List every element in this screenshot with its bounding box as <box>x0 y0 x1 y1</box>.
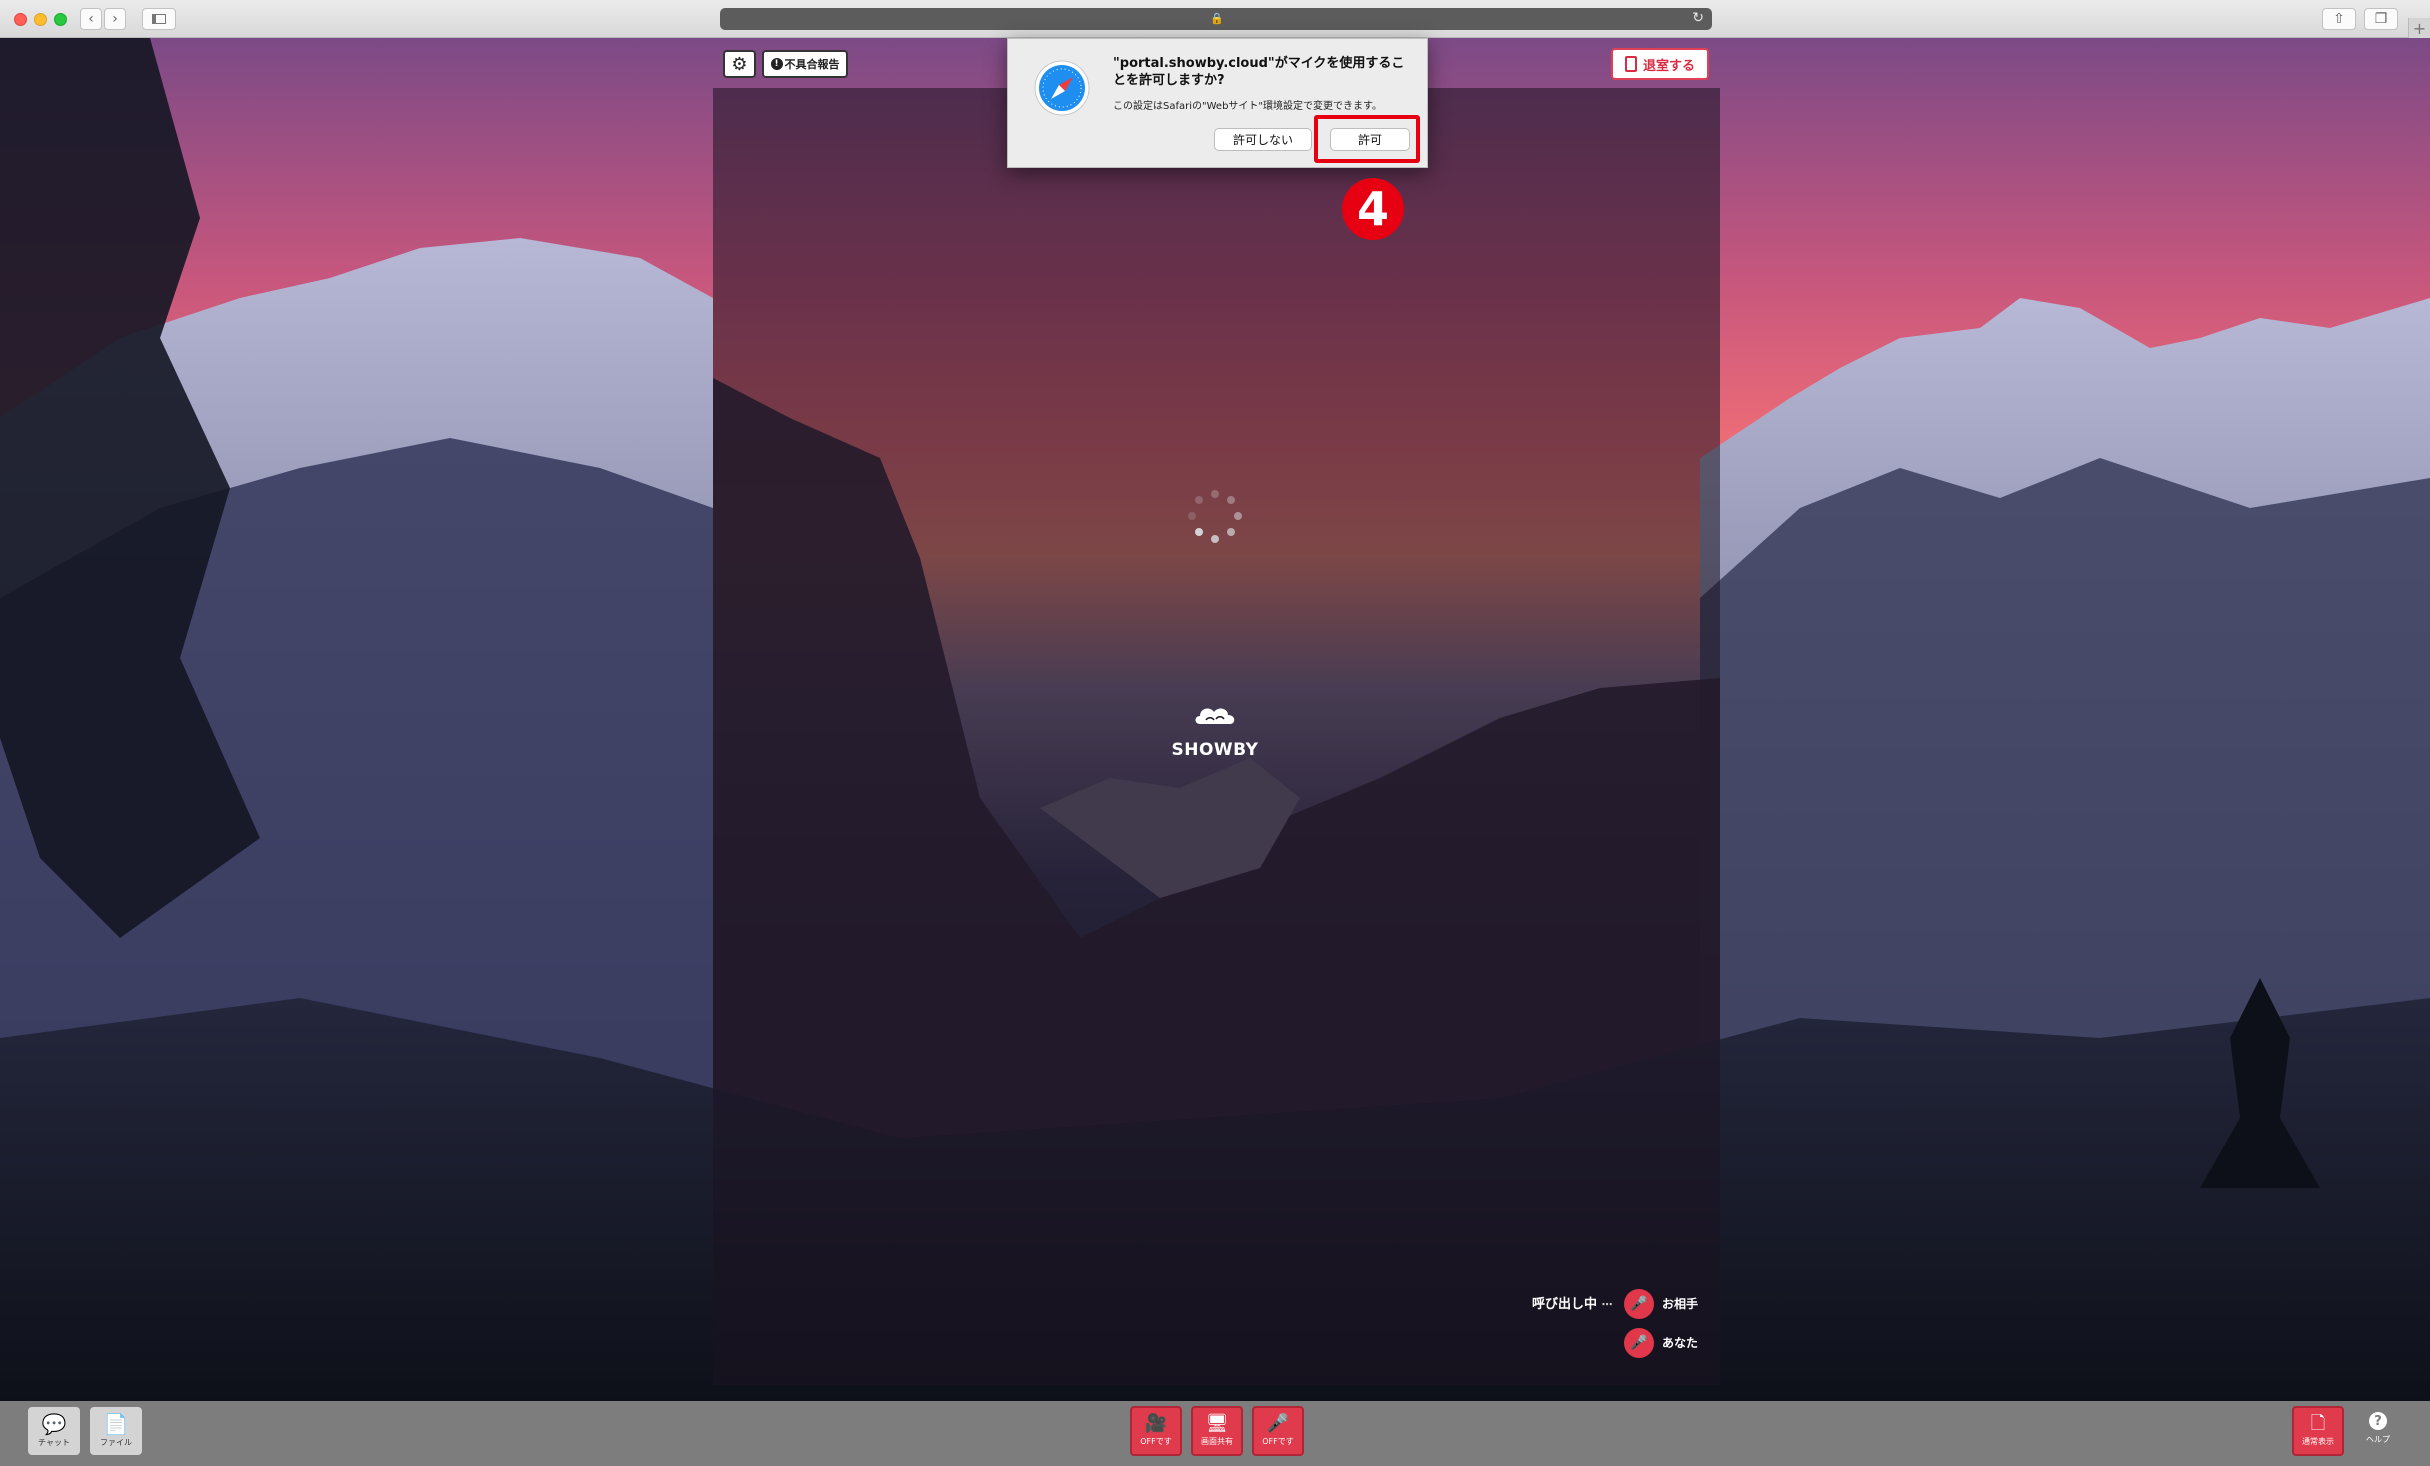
layout-label: 通常表示 <box>2302 1437 2334 1446</box>
dialog-title: "portal.showby.cloud"がマイクを使用することを許可しますか? <box>1113 56 1405 88</box>
showby-logo-icon <box>1195 708 1235 724</box>
address-bar[interactable]: 🔒 ↻ <box>720 8 1712 30</box>
partner-label: お相手 <box>1662 1297 1699 1311</box>
sidebar-button[interactable] <box>142 8 176 30</box>
deny-button[interactable]: 許可しない <box>1214 128 1312 151</box>
file-button[interactable]: 📄 ファイル <box>90 1407 142 1455</box>
calling-status-label: 呼び出し中 <box>1532 1297 1598 1312</box>
new-tab-button[interactable]: + <box>2408 18 2430 38</box>
monitor-icon: 🖥 <box>1205 1413 1229 1434</box>
video-panel <box>713 88 1720 1385</box>
door-icon <box>1624 56 1637 72</box>
zoom-window-button[interactable] <box>54 13 67 26</box>
plus-icon: + <box>2412 18 2427 38</box>
file-label: ファイル <box>100 1438 132 1447</box>
forward-button[interactable]: › <box>104 8 126 30</box>
screen-share-label: 画面共有 <box>1201 1437 1233 1446</box>
sidebar-icon <box>152 14 166 24</box>
file-icon: 📄 <box>103 1412 129 1436</box>
help-label: ヘルプ <box>2366 1435 2390 1444</box>
back-button[interactable]: ‹ <box>80 8 102 30</box>
help-icon: ? <box>2369 1412 2387 1430</box>
tabs-overview-button[interactable]: ❐ <box>2364 8 2398 30</box>
bug-report-label: 不具合報告 <box>784 58 840 71</box>
chat-button[interactable]: 💬 チャット <box>28 1407 80 1455</box>
brand-name: SHOWBY <box>1171 740 1259 760</box>
step-number-badge: 4 <box>1342 178 1404 240</box>
mic-off-icon: 🎤 <box>1266 1413 1290 1434</box>
self-mic-muted-icon: 🎤 <box>1624 1328 1654 1358</box>
gear-icon: ⚙ <box>731 53 748 75</box>
settings-button[interactable]: ⚙ <box>723 50 756 78</box>
chevron-left-icon: ‹ <box>88 11 94 27</box>
minimize-window-button[interactable] <box>34 13 47 26</box>
chat-label: チャット <box>38 1438 70 1447</box>
browser-toolbar: ‹ › 🔒 ↻ ⇧ ❐ + <box>0 0 2430 38</box>
share-button[interactable]: ⇧ <box>2322 8 2356 30</box>
camera-toggle-button[interactable]: 🎥 OFFです <box>1130 1406 1182 1456</box>
layout-toggle-button[interactable]: 🗋 通常表示 <box>2292 1406 2344 1456</box>
self-label: あなた <box>1662 1336 1699 1350</box>
camera-off-icon: 🎥 <box>1144 1413 1168 1434</box>
highlight-box <box>1314 115 1420 163</box>
exit-room-label: 退室する <box>1642 58 1695 74</box>
mic-toggle-button[interactable]: 🎤 OFFです <box>1252 1406 1304 1456</box>
safari-compass-icon <box>1034 60 1090 116</box>
partner-mic-muted-icon: 🎤 <box>1624 1289 1654 1319</box>
screen-share-button[interactable]: 🖥 画面共有 <box>1191 1406 1243 1456</box>
exit-room-button[interactable]: 退室する <box>1611 48 1709 80</box>
chevron-right-icon: › <box>112 11 118 27</box>
reload-icon[interactable]: ↻ <box>1692 10 1704 26</box>
help-button[interactable]: ? ヘルプ <box>2353 1412 2403 1456</box>
info-icon: ! <box>770 58 783 70</box>
mic-label: OFFです <box>1262 1437 1294 1446</box>
dialog-subtitle: この設定はSafariの"Webサイト"環境設定で変更できます。 <box>1113 101 1383 112</box>
lock-icon: 🔒 <box>1210 12 1224 25</box>
camera-label: OFFです <box>1140 1437 1172 1446</box>
share-icon: ⇧ <box>2333 11 2345 27</box>
calling-spinner-icon: ⋯ <box>1601 1298 1613 1311</box>
calling-status: 呼び出し中 ⋯ <box>1532 1293 1613 1312</box>
bug-report-button[interactable]: ! 不具合報告 <box>762 50 848 78</box>
chat-icon: 💬 <box>41 1412 67 1436</box>
loading-spinner <box>1187 490 1243 546</box>
layout-icon: 🗋 <box>2310 1413 2326 1434</box>
tabs-icon: ❐ <box>2374 11 2388 27</box>
close-window-button[interactable] <box>14 13 27 26</box>
